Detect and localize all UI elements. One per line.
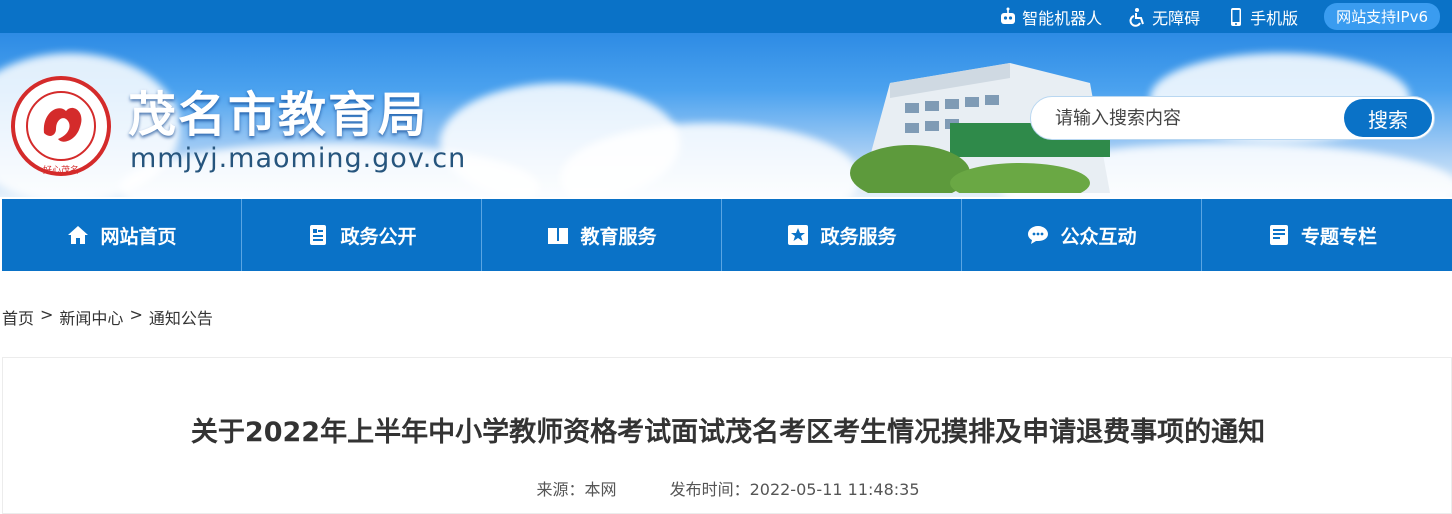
robot-label: 智能机器人: [1022, 8, 1103, 28]
site-title: 茂名市教育局: [128, 87, 429, 143]
article-panel: 关于2022年上半年中小学教师资格考试面试茂名考区考生情况摸排及申请退费事项的通…: [2, 357, 1452, 514]
nav-label: 政务公开: [340, 225, 417, 248]
star-icon: [788, 225, 809, 245]
main-nav: 网站首页 政务公开 教育服务 政务服务 公众互动 专题专栏: [2, 199, 1452, 271]
breadcrumb-separator: >: [40, 305, 54, 324]
list-icon: [1269, 225, 1288, 245]
accessibility-link[interactable]: 无障碍: [1128, 5, 1200, 29]
search-input[interactable]: [1055, 105, 1335, 131]
breadcrumb-separator: >: [129, 305, 143, 324]
breadcrumb-home[interactable]: 首页: [2, 305, 34, 329]
breadcrumb-news-center[interactable]: 新闻中心: [59, 305, 123, 329]
nav-label: 专题专栏: [1300, 225, 1377, 248]
book-icon: [548, 228, 569, 244]
article-title: 关于2022年上半年中小学教师资格考试面试茂名考区考生情况摸排及申请退费事项的通…: [190, 417, 1266, 448]
nav-label: 网站首页: [100, 225, 177, 248]
header-banner: 好心茂名 茂名市教育局 mmjyj.maoming.gov.cn 搜索: [0, 33, 1452, 197]
nav-label: 教育服务: [580, 225, 657, 248]
nav-item-public-interaction[interactable]: 公众互动: [962, 199, 1202, 271]
site-domain: mmjyj.maoming.gov.cn: [130, 143, 467, 174]
document-icon: [310, 225, 327, 245]
nav-item-government-affairs[interactable]: 政务公开: [242, 199, 482, 271]
nav-item-government-services[interactable]: 政务服务: [722, 199, 962, 271]
svg-text:好心茂名: 好心茂名: [43, 164, 79, 176]
top-tools: 智能机器人 无障碍 手机版 网站支持IPv6: [998, 0, 1440, 33]
article-publish-time: 发布时间：2022-05-11 11:48:35: [669, 480, 920, 499]
accessibility-icon: [1129, 7, 1145, 27]
search-box: 搜索: [1030, 96, 1435, 140]
nav-label: 政务服务: [820, 225, 897, 248]
article-meta: 来源：本网 发布时间：2022-05-11 11:48:35: [3, 476, 1452, 500]
breadcrumb-notices[interactable]: 通知公告: [149, 305, 213, 329]
nav-item-home[interactable]: 网站首页: [2, 199, 242, 271]
breadcrumb: 首页 > 新闻中心 > 通知公告: [2, 305, 213, 329]
mobile-label: 手机版: [1250, 8, 1299, 28]
top-bar: 智能机器人 无障碍 手机版 网站支持IPv6: [0, 0, 1452, 33]
ipv6-badge: 网站支持IPv6: [1324, 3, 1440, 30]
chat-icon: [1028, 226, 1049, 244]
article-source: 来源：本网: [536, 480, 617, 499]
mobile-icon: [1231, 7, 1242, 26]
nav-item-education-services[interactable]: 教育服务: [482, 199, 722, 271]
nav-label: 公众互动: [1060, 225, 1137, 248]
robot-link[interactable]: 智能机器人: [998, 5, 1102, 29]
search-button[interactable]: 搜索: [1344, 99, 1432, 137]
accessibility-label: 无障碍: [1152, 8, 1201, 28]
home-icon: [68, 226, 89, 244]
robot-icon: [1001, 7, 1016, 24]
nav-item-special-topics[interactable]: 专题专栏: [1202, 199, 1442, 271]
mobile-link[interactable]: 手机版: [1226, 5, 1298, 29]
logo-emblem-icon: 好心茂名: [11, 76, 111, 176]
